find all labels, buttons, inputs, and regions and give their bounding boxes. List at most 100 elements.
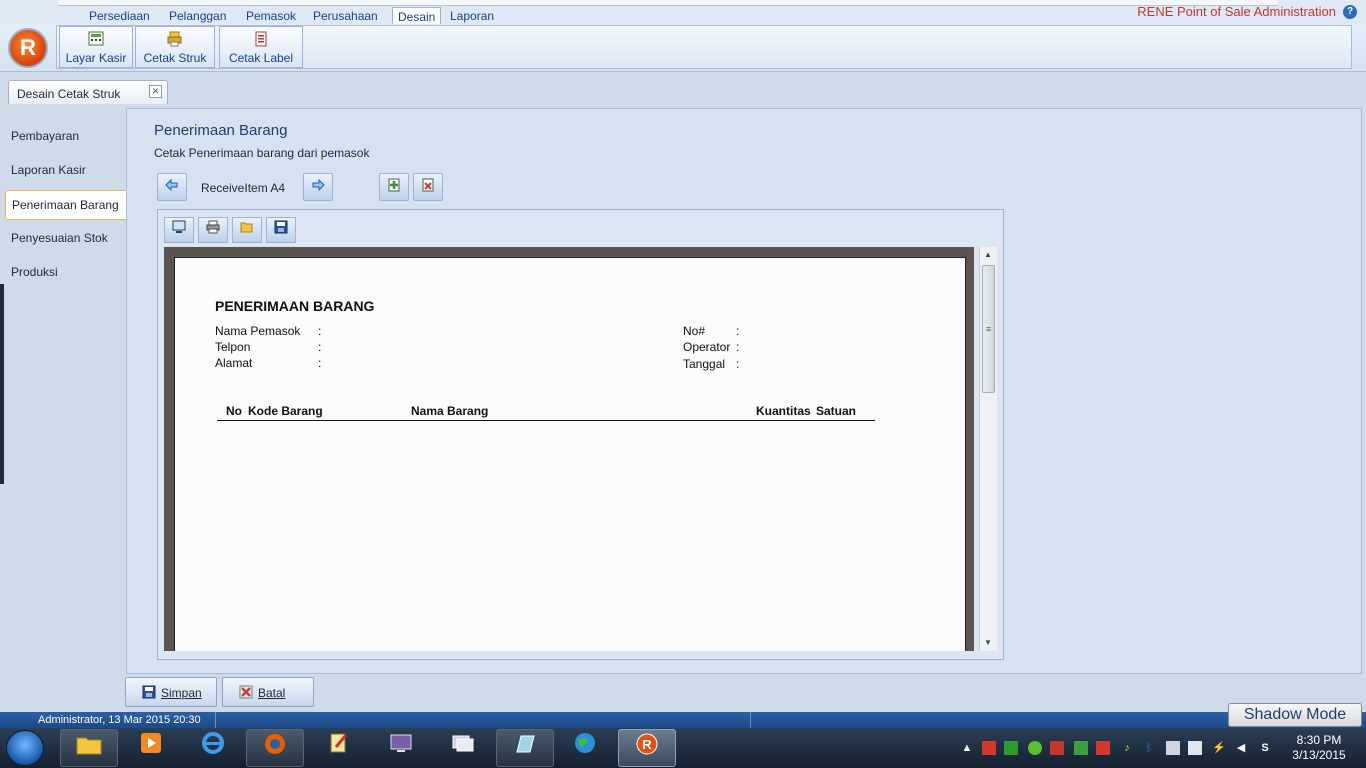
arrow-right-icon	[311, 178, 325, 195]
nav-item-penerimaan-barang[interactable]: Penerimaan Barang	[5, 190, 126, 220]
tray-volume-icon[interactable]: ◀	[1234, 741, 1248, 755]
network-taskbar-button[interactable]	[556, 729, 614, 767]
tray-music-icon[interactable]: ♪	[1120, 741, 1134, 755]
open-button[interactable]	[232, 217, 262, 243]
tray-mail-icon[interactable]	[1050, 741, 1064, 755]
cancel-label: Batal	[258, 686, 286, 700]
sketch-icon	[512, 735, 538, 761]
nav-item-produksi[interactable]: Produksi	[5, 258, 126, 288]
tray-s-icon[interactable]: S	[1258, 741, 1272, 755]
tab-laporan[interactable]: Laporan	[445, 7, 499, 24]
next-template-button[interactable]	[303, 173, 333, 201]
firefox-taskbar-button[interactable]	[246, 729, 304, 767]
add-template-button[interactable]	[379, 173, 409, 201]
tray-device-icon[interactable]	[1166, 741, 1180, 755]
report-page: PENERIMAAN BARANG Nama Pemasok Telpon Al…	[174, 257, 966, 651]
field-tanggal: Tanggal	[683, 357, 726, 371]
sketch-taskbar-button[interactable]	[496, 729, 554, 767]
tab-pelanggan[interactable]: Pelanggan	[164, 7, 231, 24]
rene-app-icon: R	[634, 733, 660, 761]
cetak-struk-button[interactable]: Cetak Struk	[135, 26, 215, 68]
ribbon-tab-bar: Persediaan Pelanggan Pemasok Perusahaan …	[0, 0, 1366, 24]
scroll-up-icon[interactable]: ▲	[984, 250, 992, 259]
field-colon: :	[736, 357, 740, 371]
nav-item-pembayaran[interactable]: Pembayaran	[5, 122, 126, 152]
start-button[interactable]	[6, 730, 44, 766]
column-kuantitas: Kuantitas	[756, 404, 811, 418]
ribbon-panel: Layar Kasir Cetak Struk Cetak Label	[56, 25, 1352, 69]
tray-bluetooth-icon[interactable]: ᛒ	[1142, 741, 1156, 755]
tray-removable-icon[interactable]	[1188, 741, 1202, 755]
firefox-icon	[262, 734, 288, 761]
main-panel: Penerimaan Barang Cetak Penerimaan baran…	[126, 108, 1362, 674]
tab-desain-cetak-struk[interactable]: Desain Cetak Struk ✕	[8, 80, 168, 104]
cetak-label-button[interactable]: Cetak Label	[219, 26, 303, 68]
cancel-button[interactable]: Batal	[222, 677, 314, 707]
column-satuan: Satuan	[816, 404, 857, 418]
scroll-thumb[interactable]: ≡	[982, 265, 995, 393]
delete-template-button[interactable]	[413, 173, 443, 201]
delete-document-icon	[421, 178, 435, 195]
app-title: RENE Point of Sale Administration	[1137, 4, 1336, 19]
tab-desain[interactable]: Desain	[392, 7, 442, 24]
design-button[interactable]	[164, 217, 194, 243]
window-edge	[0, 284, 4, 484]
windows-taskbar-button[interactable]	[434, 729, 492, 767]
nav-item-penyesuaian-stok[interactable]: Penyesuaian Stok	[5, 224, 126, 254]
page-subtitle: Cetak Penerimaan barang dari pemasok	[154, 146, 370, 160]
tray-power-icon[interactable]: ⚡	[1212, 741, 1226, 755]
floppy-disk-icon	[142, 685, 156, 702]
grip-icon: ≡	[986, 324, 992, 334]
printer-icon	[206, 220, 220, 237]
vertical-scrollbar[interactable]: ▲ ≡ ▼	[979, 247, 997, 651]
tray-network-icon[interactable]	[1004, 741, 1018, 755]
layar-kasir-button[interactable]: Layar Kasir	[59, 26, 133, 68]
tray-expand-icon[interactable]: ▲	[960, 741, 974, 755]
media-player-taskbar-button[interactable]	[122, 729, 180, 767]
shadow-mode-button[interactable]: Shadow Mode	[1228, 703, 1362, 727]
taskbar-clock[interactable]: 8:30 PM 3/13/2015	[1284, 733, 1354, 763]
report-preview: PENERIMAAN BARANG Nama Pemasok Telpon Al…	[157, 209, 1004, 660]
help-icon[interactable]: ?	[1343, 5, 1357, 19]
tab-persediaan[interactable]: Persediaan	[84, 7, 155, 24]
tray-shield-icon[interactable]	[1096, 741, 1110, 755]
save-button[interactable]: Simpan	[125, 677, 217, 707]
tab-pemasok[interactable]: Pemasok	[241, 7, 301, 24]
column-nama-barang: Nama Barang	[411, 404, 489, 418]
field-no: No#	[683, 324, 706, 338]
column-no: No	[226, 404, 242, 418]
tray-app-icon[interactable]	[1028, 741, 1042, 755]
tray-security-icon[interactable]	[982, 741, 996, 755]
scroll-down-icon[interactable]: ▼	[984, 638, 992, 647]
document-tab-label: Desain Cetak Struk	[17, 87, 121, 101]
save-file-button[interactable]	[266, 217, 296, 243]
internet-explorer-icon	[200, 732, 226, 760]
clock-date: 3/13/2015	[1292, 748, 1346, 762]
ie-taskbar-button[interactable]	[184, 729, 242, 767]
notes-taskbar-button[interactable]	[310, 729, 368, 767]
ribbon: R Layar Kasir Cetak Struk Cetak Label	[0, 24, 1366, 72]
print-button[interactable]	[198, 217, 228, 243]
close-icon[interactable]: ✕	[149, 85, 162, 98]
previous-template-button[interactable]	[157, 173, 187, 201]
rene-pos-taskbar-button[interactable]: R	[618, 729, 676, 767]
field-nama-pemasok: Nama Pemasok	[215, 324, 301, 338]
title-strip	[58, 0, 1278, 6]
app-menu-button[interactable]: R	[8, 28, 48, 68]
nav-item-laporan-kasir[interactable]: Laporan Kasir	[5, 156, 126, 186]
print-label-icon	[253, 31, 269, 47]
display-taskbar-button[interactable]	[372, 729, 430, 767]
preview-canvas[interactable]: PENERIMAAN BARANG Nama Pemasok Telpon Al…	[164, 247, 974, 651]
arrow-left-icon	[165, 178, 179, 195]
floppy-disk-icon	[274, 220, 288, 237]
field-alamat: Alamat	[215, 356, 253, 370]
tab-perusahaan[interactable]: Perusahaan	[308, 7, 383, 24]
cetak-label-label: Cetak Label	[228, 51, 294, 65]
tray-update-icon[interactable]	[1074, 741, 1088, 755]
folder-open-icon	[240, 222, 254, 237]
explorer-taskbar-button[interactable]	[60, 729, 118, 767]
layar-kasir-label: Layar Kasir	[65, 51, 127, 65]
left-navigation: Pembayaran Laporan Kasir Penerimaan Bara…	[0, 104, 126, 674]
status-bar: Administrator, 13 Mar 2015 20:30	[0, 712, 1366, 728]
svg-text:R: R	[642, 737, 652, 752]
